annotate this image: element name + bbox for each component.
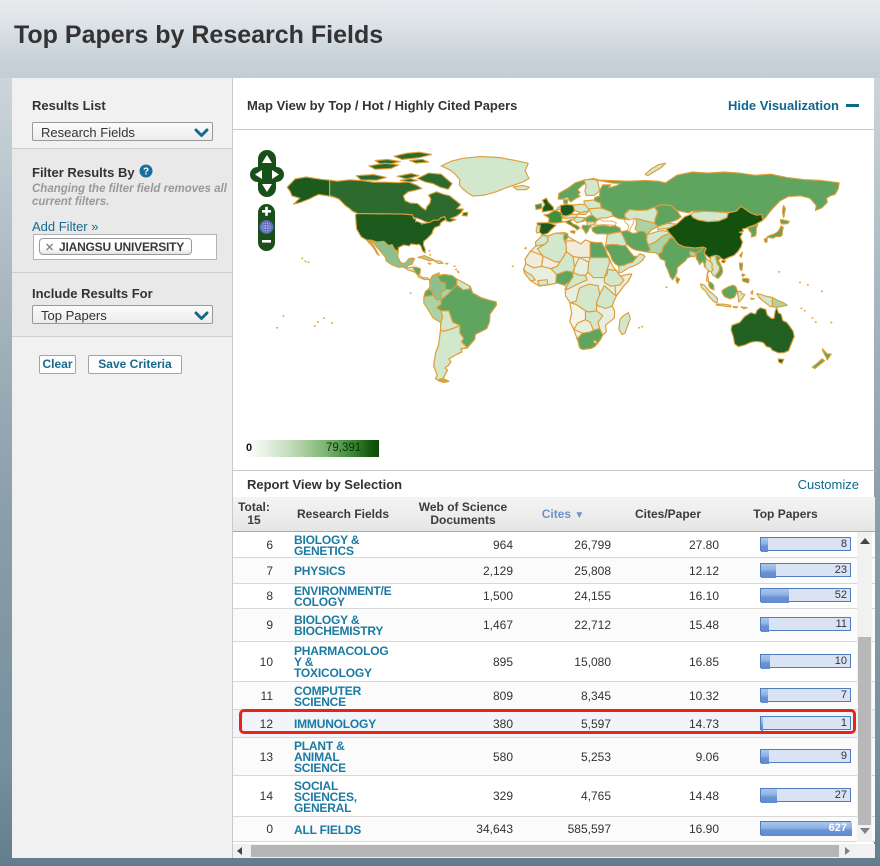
svg-text:?: ? bbox=[143, 167, 149, 178]
